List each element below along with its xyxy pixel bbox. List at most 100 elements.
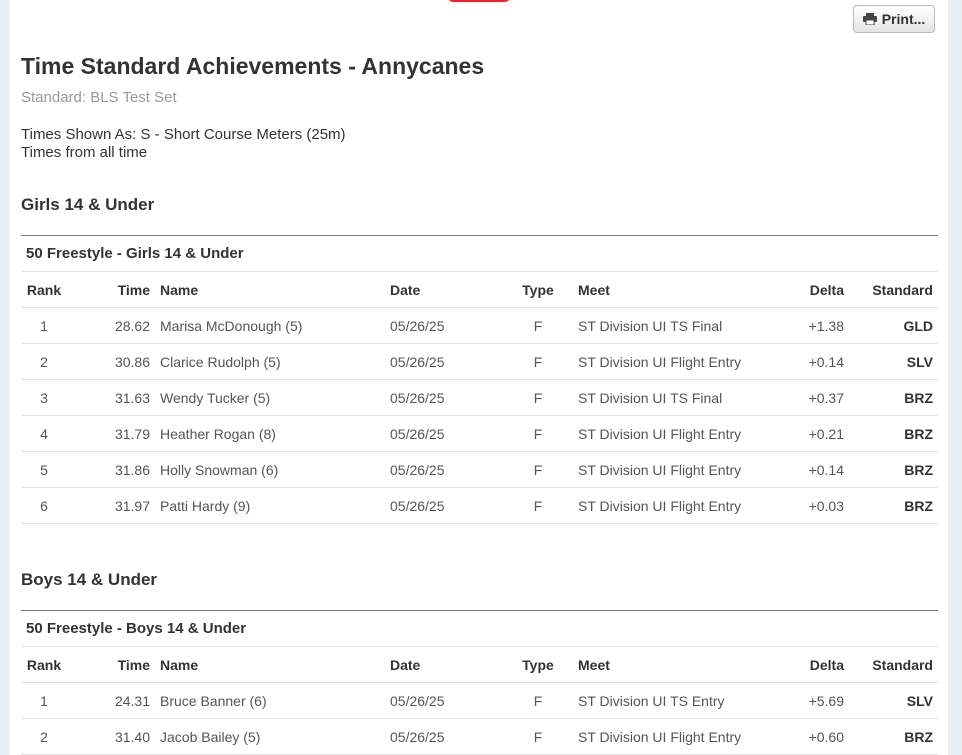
col-type[interactable]: Type bbox=[503, 272, 573, 308]
cell-time: 31.97 bbox=[67, 487, 155, 524]
table-row: 2 31.40 Jacob Bailey (5) 05/26/25 F ST D… bbox=[21, 718, 938, 755]
table-row: 1 24.31 Bruce Banner (6) 05/26/25 F ST D… bbox=[21, 682, 938, 719]
cell-name[interactable]: Heather Rogan (8) bbox=[155, 415, 385, 452]
event-block-boys: 50 Freestyle - Boys 14 & Under Rank Time… bbox=[21, 610, 938, 755]
col-time[interactable]: Time bbox=[67, 647, 155, 683]
times-shown-label: Times Shown As: S - Short Course Meters … bbox=[21, 126, 346, 143]
cell-name[interactable]: Clarice Rudolph (5) bbox=[155, 343, 385, 380]
col-time[interactable]: Time bbox=[67, 272, 155, 308]
cell-date: 05/26/25 bbox=[385, 451, 503, 488]
results-table: Rank Time Name Date Type Meet Delta Stan… bbox=[21, 647, 938, 755]
cell-delta: +0.21 bbox=[783, 415, 849, 452]
cell-delta: +0.14 bbox=[783, 451, 849, 488]
window-edge bbox=[948, 0, 962, 755]
cell-meet[interactable]: ST Division UI TS Final bbox=[573, 307, 783, 344]
cell-type: F bbox=[503, 682, 573, 719]
cell-standard: BRZ bbox=[849, 487, 938, 524]
cell-standard: GLD bbox=[849, 307, 938, 344]
cell-rank: 3 bbox=[21, 379, 67, 416]
col-date[interactable]: Date bbox=[385, 647, 503, 683]
print-button-label: Print... bbox=[881, 11, 926, 27]
cell-meet[interactable]: ST Division UI TS Entry bbox=[573, 682, 783, 719]
cell-type: F bbox=[503, 379, 573, 416]
cell-delta: +5.69 bbox=[783, 682, 849, 719]
cell-name[interactable]: Marisa McDonough (5) bbox=[155, 307, 385, 344]
table-row: 6 31.97 Patti Hardy (9) 05/26/25 F ST Di… bbox=[21, 487, 938, 524]
event-title: 50 Freestyle - Girls 14 & Under bbox=[21, 235, 938, 272]
cell-name[interactable]: Jacob Bailey (5) bbox=[155, 718, 385, 755]
table-row: 5 31.86 Holly Snowman (6) 05/26/25 F ST … bbox=[21, 451, 938, 488]
cell-date: 05/26/25 bbox=[385, 343, 503, 380]
top-accent-tab[interactable] bbox=[448, 0, 510, 2]
cell-standard: SLV bbox=[849, 682, 938, 719]
cell-type: F bbox=[503, 718, 573, 755]
cell-standard: BRZ bbox=[849, 718, 938, 755]
cell-standard: BRZ bbox=[849, 415, 938, 452]
table-header-row: Rank Time Name Date Type Meet Delta Stan… bbox=[21, 647, 938, 683]
cell-date: 05/26/25 bbox=[385, 307, 503, 344]
table-row: 1 28.62 Marisa McDonough (5) 05/26/25 F … bbox=[21, 307, 938, 344]
table-header-row: Rank Time Name Date Type Meet Delta Stan… bbox=[21, 272, 938, 308]
printer-icon bbox=[862, 13, 877, 25]
cell-standard: SLV bbox=[849, 343, 938, 380]
cell-time: 30.86 bbox=[67, 343, 155, 380]
cell-type: F bbox=[503, 451, 573, 488]
cell-date: 05/26/25 bbox=[385, 487, 503, 524]
cell-time: 31.63 bbox=[67, 379, 155, 416]
cell-rank: 2 bbox=[21, 718, 67, 755]
col-standard[interactable]: Standard bbox=[849, 272, 938, 308]
cell-date: 05/26/25 bbox=[385, 379, 503, 416]
cell-rank: 4 bbox=[21, 415, 67, 452]
cell-delta: +0.14 bbox=[783, 343, 849, 380]
col-name[interactable]: Name bbox=[155, 647, 385, 683]
table-row: 2 30.86 Clarice Rudolph (5) 05/26/25 F S… bbox=[21, 343, 938, 380]
cell-delta: +0.03 bbox=[783, 487, 849, 524]
cell-meet[interactable]: ST Division UI Flight Entry bbox=[573, 451, 783, 488]
cell-date: 05/26/25 bbox=[385, 718, 503, 755]
col-delta[interactable]: Delta bbox=[783, 272, 849, 308]
col-delta[interactable]: Delta bbox=[783, 647, 849, 683]
times-from-label: Times from all time bbox=[21, 144, 148, 161]
cell-meet[interactable]: ST Division UI TS Final bbox=[573, 379, 783, 416]
col-meet[interactable]: Meet bbox=[573, 647, 783, 683]
table-row: 3 31.63 Wendy Tucker (5) 05/26/25 F ST D… bbox=[21, 379, 938, 416]
cell-time: 31.79 bbox=[67, 415, 155, 452]
cell-meet[interactable]: ST Division UI Flight Entry bbox=[573, 415, 783, 452]
cell-date: 05/26/25 bbox=[385, 415, 503, 452]
col-standard[interactable]: Standard bbox=[849, 647, 938, 683]
cell-name[interactable]: Patti Hardy (9) bbox=[155, 487, 385, 524]
cell-time: 24.31 bbox=[67, 682, 155, 719]
cell-meet[interactable]: ST Division UI Flight Entry bbox=[573, 343, 783, 380]
cell-type: F bbox=[503, 487, 573, 524]
cell-meet[interactable]: ST Division UI Flight Entry bbox=[573, 487, 783, 524]
cell-rank: 5 bbox=[21, 451, 67, 488]
cell-name[interactable]: Holly Snowman (6) bbox=[155, 451, 385, 488]
cell-standard: BRZ bbox=[849, 451, 938, 488]
cell-standard: BRZ bbox=[849, 379, 938, 416]
print-button[interactable]: Print... bbox=[853, 5, 935, 33]
col-date[interactable]: Date bbox=[385, 272, 503, 308]
col-name[interactable]: Name bbox=[155, 272, 385, 308]
cell-date: 05/26/25 bbox=[385, 682, 503, 719]
cell-rank: 2 bbox=[21, 343, 67, 380]
cell-time: 31.40 bbox=[67, 718, 155, 755]
cell-rank: 6 bbox=[21, 487, 67, 524]
col-type[interactable]: Type bbox=[503, 647, 573, 683]
cell-type: F bbox=[503, 415, 573, 452]
cell-rank: 1 bbox=[21, 307, 67, 344]
col-meet[interactable]: Meet bbox=[573, 272, 783, 308]
cell-type: F bbox=[503, 343, 573, 380]
report-panel: Print... Time Standard Achievements - An… bbox=[10, 0, 948, 755]
cell-meet[interactable]: ST Division UI Flight Entry bbox=[573, 718, 783, 755]
cell-time: 31.86 bbox=[67, 451, 155, 488]
table-row: 4 31.79 Heather Rogan (8) 05/26/25 F ST … bbox=[21, 415, 938, 452]
cell-name[interactable]: Wendy Tucker (5) bbox=[155, 379, 385, 416]
standard-label: Standard: BLS Test Set bbox=[21, 89, 177, 106]
cell-type: F bbox=[503, 307, 573, 344]
col-rank[interactable]: Rank bbox=[21, 272, 67, 308]
page-title: Time Standard Achievements - Annycanes bbox=[21, 53, 485, 79]
col-rank[interactable]: Rank bbox=[21, 647, 67, 683]
cell-name[interactable]: Bruce Banner (6) bbox=[155, 682, 385, 719]
cell-delta: +0.60 bbox=[783, 718, 849, 755]
group-title-boys-14-under: Boys 14 & Under bbox=[21, 570, 158, 589]
